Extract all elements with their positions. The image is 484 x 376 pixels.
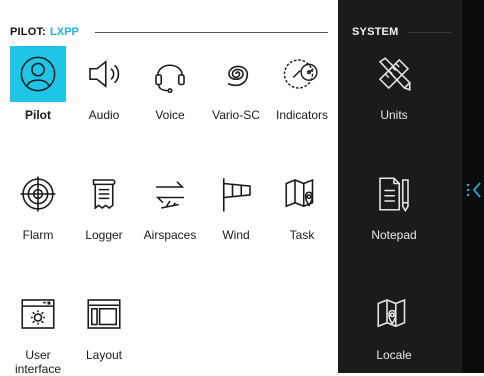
tile-label: Pilot — [25, 108, 51, 122]
tile-pilot[interactable]: Pilot — [6, 46, 70, 122]
tile-logger[interactable]: Logger — [72, 166, 136, 242]
tile-label: Units — [380, 108, 408, 122]
tile-audio[interactable]: Audio — [72, 46, 136, 122]
side-rail — [462, 0, 484, 373]
pilot-profile-name: LXPP — [50, 26, 79, 38]
pilot-header-label: PILOT: — [10, 26, 47, 38]
tile-locale[interactable]: Locale — [362, 286, 426, 362]
tile-airspaces[interactable]: Airspaces — [138, 166, 202, 242]
tile-label: Audio — [88, 108, 120, 122]
tile-layout[interactable]: Layout — [72, 286, 136, 362]
tile-flarm[interactable]: Flarm — [6, 166, 70, 242]
pilot-settings-panel: PILOT: LXPP Pilot Audio Voice Vario-SC I… — [0, 0, 338, 376]
chevron-left-icon — [473, 182, 481, 198]
tile-indicators[interactable]: Indicators — [270, 46, 334, 122]
tile-vario-sc[interactable]: Vario-SC — [204, 46, 268, 122]
tile-label: Airspaces — [143, 228, 197, 242]
map-pin-icon — [274, 166, 330, 222]
map-pin-icon — [366, 286, 422, 342]
tile-label: Voice — [155, 108, 185, 122]
tile-voice[interactable]: Voice — [138, 46, 202, 122]
window-gear-icon — [10, 286, 66, 342]
tile-task[interactable]: Task — [270, 166, 334, 242]
tile-label: Wind — [222, 228, 250, 242]
speaker-icon — [76, 46, 132, 102]
gauges-icon — [274, 46, 330, 102]
layout-icon — [76, 286, 132, 342]
tile-label: Task — [289, 228, 315, 242]
tile-label: User interface — [14, 348, 62, 376]
tile-label: Vario-SC — [212, 108, 260, 122]
panel-drawer-handle[interactable] — [466, 178, 482, 204]
airspace-swap-icon — [142, 166, 198, 222]
header-divider — [408, 31, 452, 33]
drag-dots-icon — [467, 184, 470, 199]
system-settings-panel: SYSTEM Units Notepad Locale — [338, 0, 462, 373]
pilot-section-header: PILOT: LXPP — [10, 24, 328, 40]
tile-label: Indicators — [275, 108, 329, 122]
system-header-label: SYSTEM — [352, 26, 399, 38]
tile-notepad[interactable]: Notepad — [362, 166, 426, 242]
tile-label: Flarm — [22, 228, 54, 242]
header-divider — [94, 31, 328, 33]
radar-target-icon — [10, 166, 66, 222]
tile-label: Locale — [376, 348, 412, 362]
ruler-pencil-icon — [366, 46, 422, 102]
tile-units[interactable]: Units — [362, 46, 426, 122]
tile-wind[interactable]: Wind — [204, 166, 268, 242]
headset-icon — [142, 46, 198, 102]
scroll-icon — [76, 166, 132, 222]
tile-label: Layout — [85, 348, 123, 362]
windsock-icon — [208, 166, 264, 222]
notepad-icon — [366, 166, 422, 222]
spiral-icon — [208, 46, 264, 102]
tile-label: Notepad — [371, 228, 417, 242]
tile-user-interface[interactable]: User interface — [6, 286, 70, 376]
tile-label: Logger — [85, 228, 123, 242]
system-section-header: SYSTEM — [352, 24, 452, 40]
user-icon — [10, 46, 66, 102]
